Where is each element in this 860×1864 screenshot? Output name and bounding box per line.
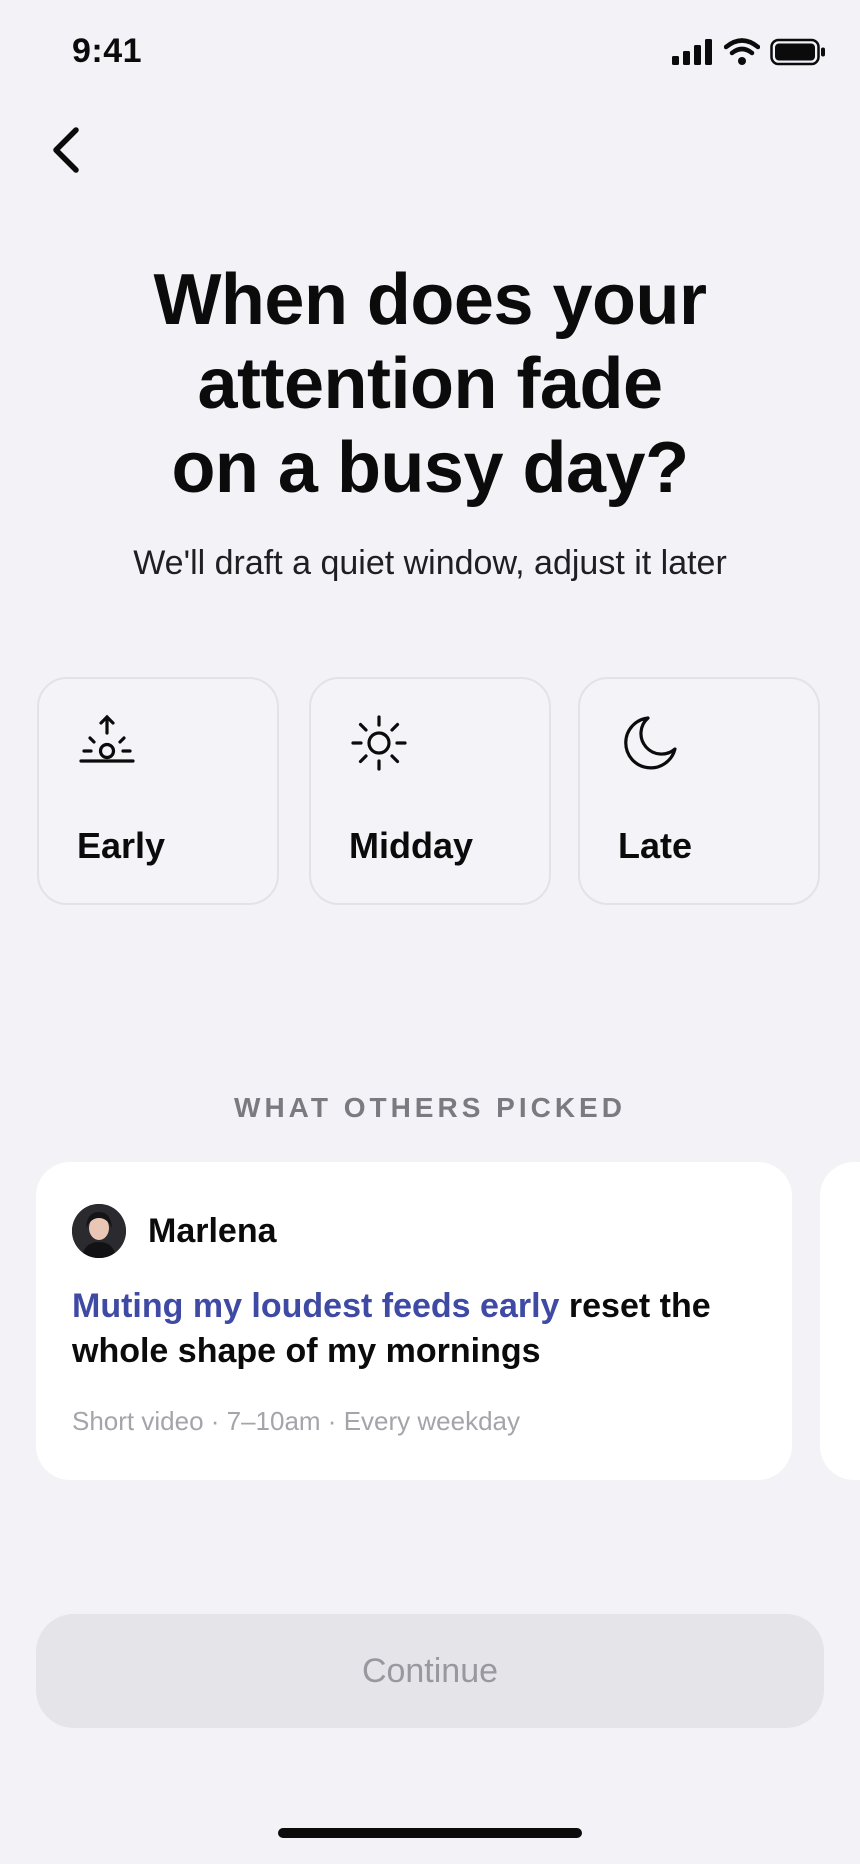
chevron-left-icon: [53, 127, 79, 173]
status-time: 9:41: [72, 32, 143, 70]
card-meta: Short video · 7–10am · Every weekday: [72, 1406, 520, 1436]
page-title: When does your attention fade on a busy …: [153, 260, 707, 508]
section-label: WHAT OTHERS PICKED: [234, 1092, 626, 1123]
avatar: [72, 1204, 126, 1258]
back-button[interactable]: [46, 122, 90, 178]
option-early[interactable]: Early: [37, 677, 279, 905]
card-quote: Muting my loudest feeds early reset the …: [72, 1284, 762, 1374]
status-icons: [672, 38, 826, 66]
option-midday[interactable]: Midday: [309, 677, 551, 905]
wifi-icon: [724, 38, 760, 65]
sunrise-icon: [79, 714, 135, 763]
page-subtitle: We'll draft a quiet window, adjust it la…: [133, 544, 727, 582]
option-late[interactable]: Late: [578, 677, 820, 905]
card-author-name: Marlena: [148, 1212, 277, 1250]
option-early-label: Early: [77, 825, 166, 866]
moon-icon: [624, 716, 677, 770]
testimonial-card[interactable]: Marlena Muting my loudest feeds early re…: [36, 1162, 792, 1480]
card-quote-highlight: Muting my loudest feeds early: [72, 1287, 560, 1325]
next-card-peek[interactable]: [820, 1162, 860, 1480]
onboarding-screen: 9:41 When does your attention fade on a …: [0, 0, 860, 1864]
home-indicator: [278, 1828, 582, 1838]
battery-icon: [770, 38, 825, 66]
option-late-label: Late: [618, 825, 693, 866]
continue-button[interactable]: Continue: [36, 1614, 824, 1728]
sun-icon: [351, 715, 407, 771]
option-midday-label: Midday: [349, 825, 474, 866]
cellular-signal-icon: [672, 39, 712, 65]
avatar-portrait: [72, 1204, 126, 1258]
